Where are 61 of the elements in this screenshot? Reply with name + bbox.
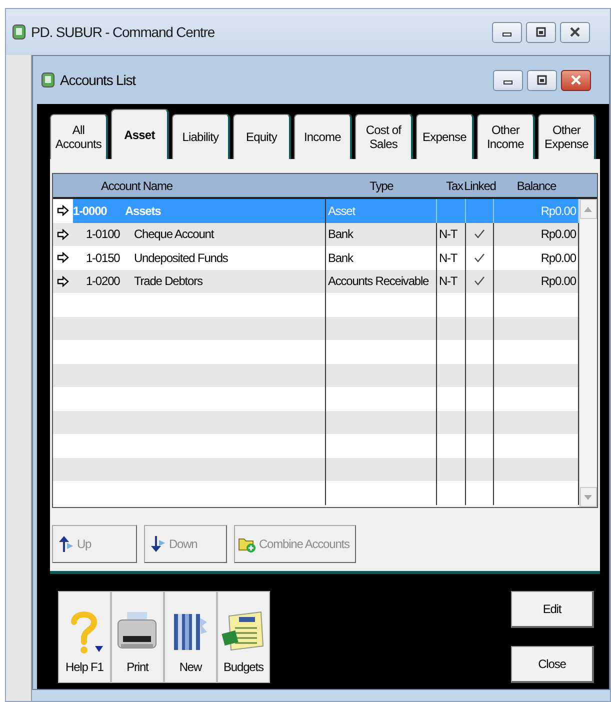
table-cell: N-T [438, 250, 458, 265]
arrow-icon [56, 205, 69, 216]
arrow-icon [56, 228, 69, 240]
tab[interactable]: Asset [110, 109, 169, 159]
tab[interactable]: Equity [232, 114, 291, 159]
minimize-button[interactable] [492, 22, 522, 42]
table-cell: Rp0.00 [540, 274, 576, 288]
account-name: Assets [124, 204, 161, 218]
close-button[interactable] [560, 22, 590, 42]
table-row[interactable]: 1-0200 Trade Debtors Accounts Receivable N-T Rp0.00 [52, 270, 579, 293]
dialog-button[interactable]: Edit [510, 591, 594, 628]
table-cell: Rp0.00 [540, 227, 576, 242]
tab[interactable]: Other Expense [538, 114, 596, 159]
table-row[interactable]: 1-0100 Cheque Account Bank N-T Rp0.00 [52, 222, 579, 246]
column-header: Tax [445, 178, 464, 192]
maximize-button[interactable] [526, 22, 556, 42]
column-header: Balance [516, 178, 558, 192]
app-icon [40, 72, 55, 88]
new-button[interactable]: New [164, 591, 217, 683]
table-cell: Rp0.00 [540, 204, 576, 218]
table-cell: Accounts Receivable [328, 274, 429, 288]
app-icon [12, 24, 26, 40]
close-icon [570, 75, 582, 85]
account-name: Undeposited Funds [134, 250, 228, 265]
account-number: 1-0150 [86, 250, 121, 265]
tab[interactable]: Other Income [476, 114, 535, 159]
maximize-button[interactable] [527, 70, 557, 90]
window-title: Accounts List [60, 72, 137, 88]
maximize-icon [535, 27, 547, 37]
table-cell: N-T [438, 227, 458, 242]
caret-icon [584, 494, 592, 500]
help-button[interactable]: Help F1 [58, 591, 111, 683]
close-button[interactable] [561, 70, 591, 90]
dialog-button[interactable]: Close [510, 646, 594, 683]
tab[interactable]: Income [294, 114, 352, 159]
tab[interactable]: Cost of Sales [354, 114, 413, 159]
table-cell: Bank [328, 227, 353, 242]
account-number: 1-0100 [86, 227, 121, 242]
print-button[interactable]: Print [110, 591, 164, 683]
tab[interactable]: All Accounts [50, 114, 108, 159]
caret-icon [584, 206, 592, 212]
minimize-button[interactable] [493, 70, 523, 90]
close-icon [569, 27, 581, 37]
account-number: 1-0200 [86, 274, 121, 288]
table-cell: Bank [328, 250, 353, 265]
table-cell: N-T [438, 274, 458, 288]
tab[interactable]: Liability [172, 114, 230, 159]
maximize-icon [536, 75, 548, 85]
account-name: Trade Debtors [134, 274, 202, 288]
column-header: Type [368, 178, 394, 192]
table-cell: Rp0.00 [540, 250, 576, 265]
arrow-icon [56, 252, 69, 264]
arrow-icon [56, 276, 69, 287]
account-number: 1-0000 [72, 204, 108, 218]
window-title: PD. SUBUR - Command Centre [31, 24, 216, 40]
column-header: Linked [464, 178, 497, 192]
table-cell: Asset [328, 204, 355, 218]
tab[interactable]: Expense [416, 114, 474, 159]
account-name: Cheque Account [134, 227, 214, 242]
budgets-button[interactable]: Budgets [216, 591, 270, 683]
column-header: Account Name [100, 178, 174, 192]
